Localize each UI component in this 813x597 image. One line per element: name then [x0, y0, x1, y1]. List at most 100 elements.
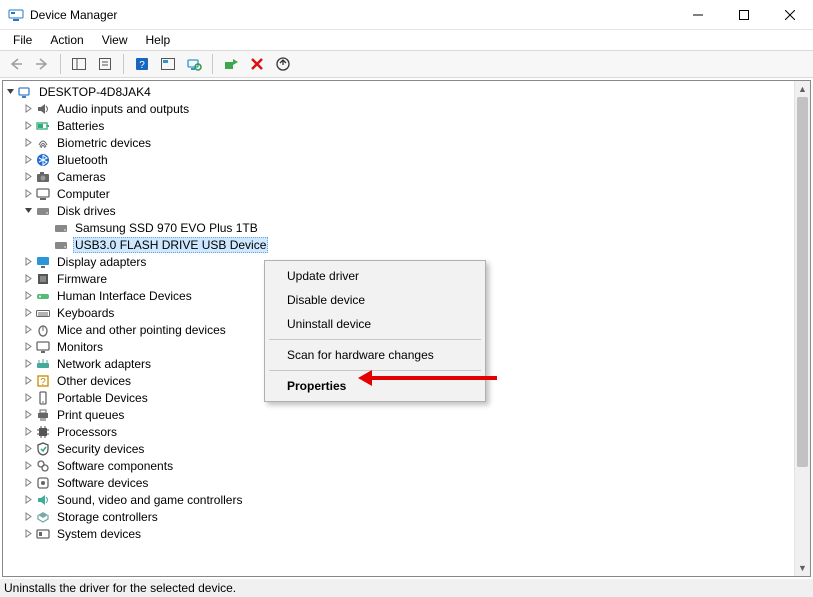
storage-icon	[35, 509, 51, 525]
toolbar: ?	[0, 50, 813, 78]
menu-action[interactable]: Action	[43, 31, 90, 49]
tree-category[interactable]: Batteries	[3, 117, 794, 134]
chevron-down-icon[interactable]	[21, 204, 35, 218]
mouse-icon	[35, 322, 51, 338]
chevron-right-icon[interactable]	[21, 442, 35, 456]
tree-category[interactable]: System devices	[3, 525, 794, 542]
context-menu: Update driver Disable device Uninstall d…	[264, 260, 486, 402]
chevron-right-icon[interactable]	[21, 459, 35, 473]
scroll-up-button[interactable]: ▲	[795, 81, 810, 97]
system-icon	[35, 526, 51, 542]
back-button[interactable]	[4, 52, 28, 76]
tree-category[interactable]: Storage controllers	[3, 508, 794, 525]
menubar: File Action View Help	[0, 30, 813, 50]
menu-file[interactable]: File	[6, 31, 39, 49]
chevron-right-icon[interactable]	[21, 340, 35, 354]
chevron-right-icon[interactable]	[21, 425, 35, 439]
window-title: Device Manager	[30, 8, 117, 22]
tree-device[interactable]: Samsung SSD 970 EVO Plus 1TB	[3, 219, 794, 236]
annotation-arrow	[372, 376, 497, 380]
scroll-track[interactable]	[795, 97, 810, 560]
tree-item-label: Disk drives	[55, 203, 118, 219]
tree-item-label: Software devices	[55, 475, 150, 491]
app-icon	[8, 7, 24, 23]
bluetooth-icon	[35, 152, 51, 168]
tree-category[interactable]: Computer	[3, 185, 794, 202]
action-button[interactable]	[156, 52, 180, 76]
camera-icon	[35, 169, 51, 185]
chevron-right-icon[interactable]	[21, 527, 35, 541]
context-uninstall-device[interactable]: Uninstall device	[267, 312, 483, 336]
chevron-right-icon[interactable]	[21, 306, 35, 320]
show-hide-tree-button[interactable]	[67, 52, 91, 76]
chevron-right-icon[interactable]	[21, 323, 35, 337]
tree-category[interactable]: Disk drives	[3, 202, 794, 219]
chevron-right-icon[interactable]	[21, 272, 35, 286]
tree-item-label: Security devices	[55, 441, 146, 457]
close-button[interactable]	[767, 0, 813, 30]
chevron-right-icon[interactable]	[21, 493, 35, 507]
tree-category[interactable]: Software components	[3, 457, 794, 474]
tree-category[interactable]: Sound, video and game controllers	[3, 491, 794, 508]
chevron-right-icon[interactable]	[21, 170, 35, 184]
chevron-right-icon[interactable]	[21, 102, 35, 116]
forward-button[interactable]	[30, 52, 54, 76]
status-text: Uninstalls the driver for the selected d…	[4, 581, 236, 595]
chevron-right-icon[interactable]	[21, 374, 35, 388]
context-update-driver[interactable]: Update driver	[267, 264, 483, 288]
chevron-right-icon[interactable]	[21, 357, 35, 371]
help-button[interactable]: ?	[130, 52, 154, 76]
properties-button[interactable]	[93, 52, 117, 76]
sound-icon	[35, 492, 51, 508]
audio-icon	[35, 101, 51, 117]
chevron-right-icon[interactable]	[21, 408, 35, 422]
tree-category[interactable]: Print queues	[3, 406, 794, 423]
tree-device[interactable]: USB3.0 FLASH DRIVE USB Device	[3, 236, 794, 253]
tree-category[interactable]: Audio inputs and outputs	[3, 100, 794, 117]
tree-item-label: DESKTOP-4D8JAK4	[37, 84, 153, 100]
tree-item-label: System devices	[55, 526, 143, 542]
context-disable-device[interactable]: Disable device	[267, 288, 483, 312]
tree-category[interactable]: Software devices	[3, 474, 794, 491]
scan-hardware-button[interactable]	[182, 52, 206, 76]
keyboard-icon	[35, 305, 51, 321]
chevron-right-icon[interactable]	[21, 187, 35, 201]
tree-category[interactable]: Cameras	[3, 168, 794, 185]
chevron-right-icon[interactable]	[21, 391, 35, 405]
scroll-down-button[interactable]: ▼	[795, 560, 810, 576]
tree-item-label: Display adapters	[55, 254, 148, 270]
tree-category[interactable]: Bluetooth	[3, 151, 794, 168]
menu-view[interactable]: View	[95, 31, 135, 49]
tree-item-label: Cameras	[55, 169, 108, 185]
chevron-right-icon[interactable]	[21, 153, 35, 167]
chevron-right-icon[interactable]	[21, 510, 35, 524]
context-scan-hardware[interactable]: Scan for hardware changes	[267, 343, 483, 367]
enable-device-button[interactable]	[219, 52, 243, 76]
tree-category[interactable]: Processors	[3, 423, 794, 440]
printer-icon	[35, 407, 51, 423]
cpu-icon	[35, 424, 51, 440]
menu-help[interactable]: Help	[139, 31, 178, 49]
chevron-right-icon[interactable]	[21, 289, 35, 303]
tree-item-label: Computer	[55, 186, 112, 202]
chevron-right-icon[interactable]	[21, 255, 35, 269]
chevron-right-icon[interactable]	[21, 119, 35, 133]
maximize-button[interactable]	[721, 0, 767, 30]
tree-item-label: Keyboards	[55, 305, 116, 321]
tree-item-label: Biometric devices	[55, 135, 153, 151]
scrollbar-vertical[interactable]: ▲ ▼	[794, 81, 810, 576]
tree-category[interactable]: Security devices	[3, 440, 794, 457]
uninstall-device-button[interactable]	[245, 52, 269, 76]
update-driver-button[interactable]	[271, 52, 295, 76]
chevron-down-icon[interactable]	[3, 85, 17, 99]
disk-icon	[53, 220, 69, 236]
softcomp-icon	[35, 458, 51, 474]
tree-category[interactable]: Biometric devices	[3, 134, 794, 151]
chevron-right-icon[interactable]	[21, 136, 35, 150]
tree-root[interactable]: DESKTOP-4D8JAK4	[3, 83, 794, 100]
disk-icon	[35, 203, 51, 219]
minimize-button[interactable]	[675, 0, 721, 30]
chevron-right-icon[interactable]	[21, 476, 35, 490]
scroll-thumb[interactable]	[797, 97, 808, 467]
root-icon	[17, 84, 33, 100]
